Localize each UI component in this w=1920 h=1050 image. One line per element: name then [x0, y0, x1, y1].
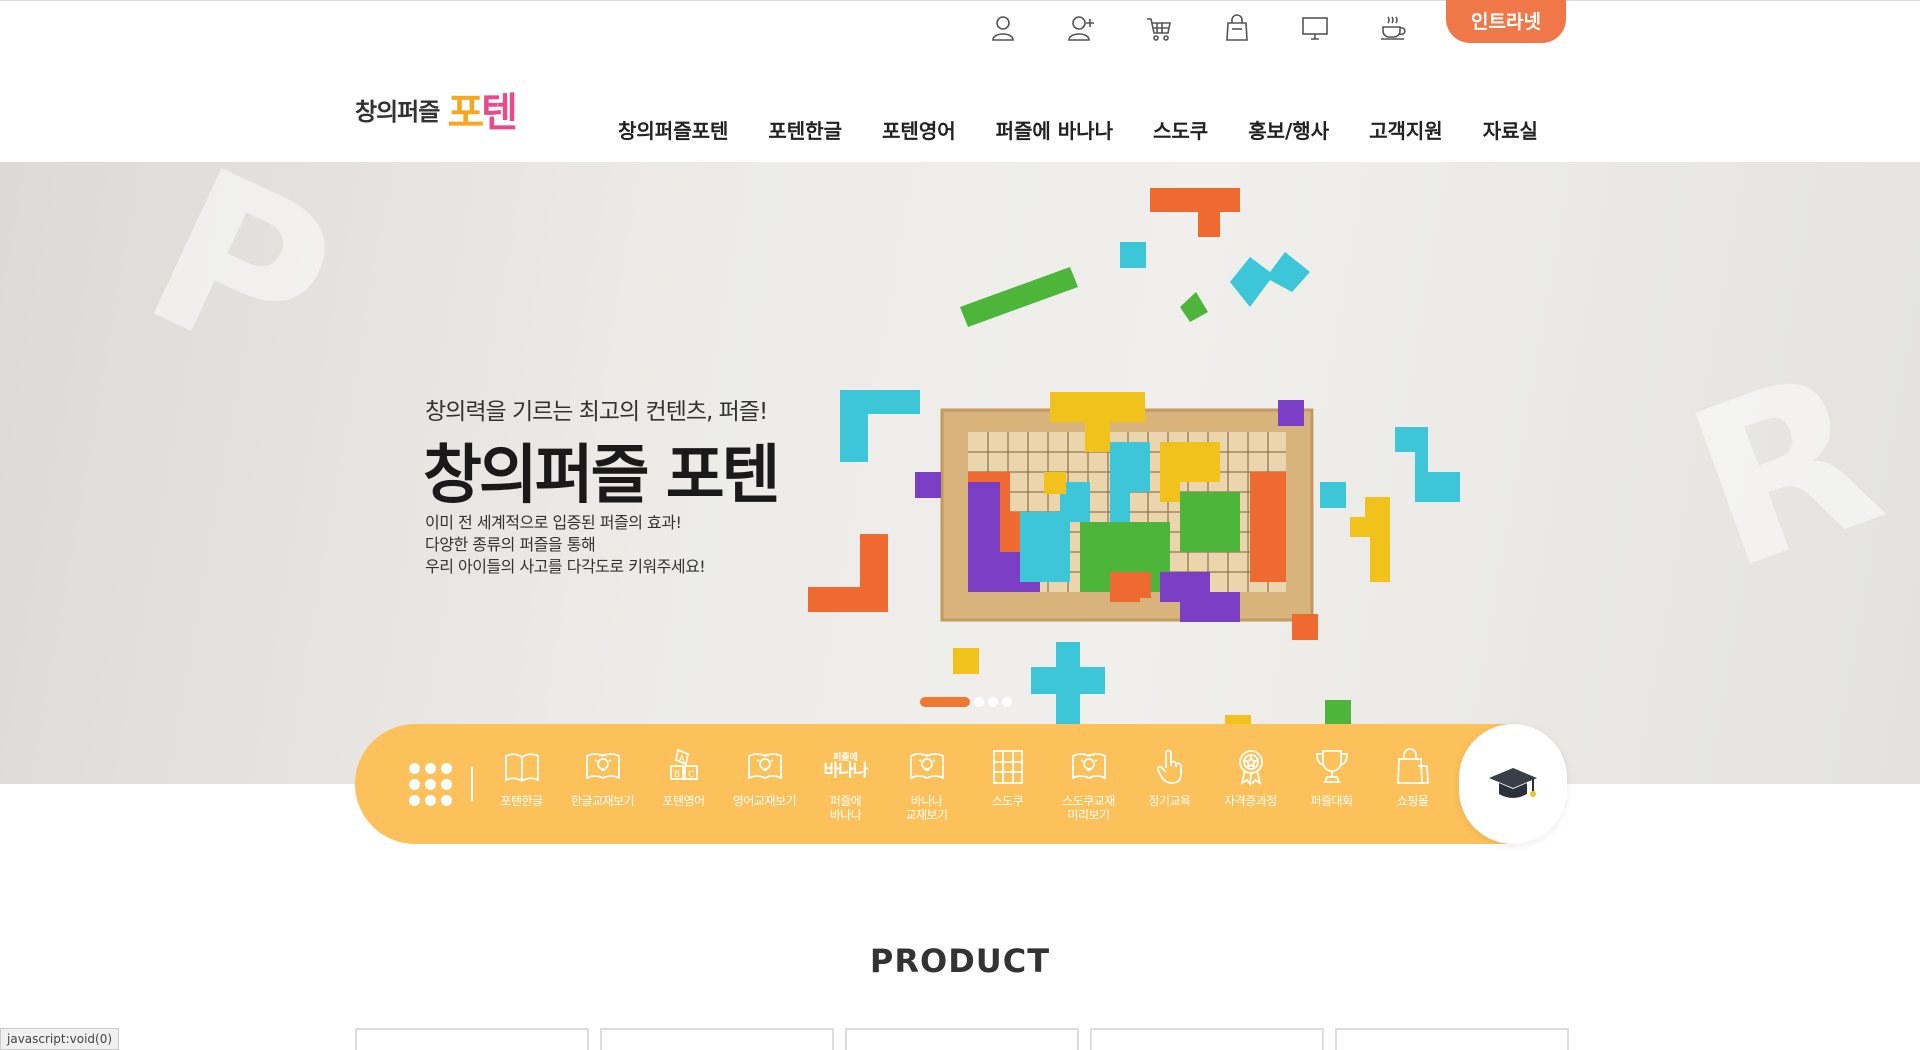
hero-title: 창의퍼즐 포텐 — [423, 439, 781, 513]
intranet-button[interactable]: 인트라넷 — [1446, 0, 1566, 43]
nav-item-banana[interactable]: 퍼즐에 바나나 — [996, 115, 1113, 144]
quick-menu-regular-education[interactable]: 정기교육 — [1129, 746, 1210, 822]
nav-item-events[interactable]: 홍보/행사 — [1248, 115, 1329, 144]
bulb-book-icon — [909, 753, 944, 780]
browser-status-bar: javascript:void(0) — [0, 1028, 120, 1050]
book-icon — [504, 753, 539, 783]
nav-item-sudoku[interactable]: 스도쿠 — [1153, 115, 1208, 144]
hero-desc-line: 다양한 종류의 퍼즐을 통해 — [425, 535, 596, 554]
coffee-cup-icon[interactable] — [1375, 11, 1411, 45]
hero-subtitle: 창의력을 기르는 최고의 컨텐츠, 퍼즐! — [425, 399, 768, 425]
cart-icon[interactable] — [1141, 11, 1177, 45]
nav-item-creative-puzzle[interactable]: 창의퍼즐포텐 — [618, 115, 728, 144]
site-header: 창의퍼즐 포텐 창의퍼즐포텐 포텐한글 포텐영어 퍼즐에 바나나 스도쿠 홍보/… — [0, 60, 1920, 162]
divider — [471, 767, 473, 801]
hand-pointer-icon — [1156, 749, 1182, 784]
product-card[interactable] — [600, 1028, 834, 1050]
slider-dot-active[interactable] — [920, 697, 970, 707]
quick-menu-label: 정기교육 — [1148, 794, 1191, 808]
quick-menu-label: 쇼핑몰 — [1396, 794, 1429, 808]
all-menu-button[interactable] — [385, 724, 475, 844]
nav-item-resources[interactable]: 자료실 — [1483, 115, 1538, 144]
slider-dot[interactable] — [974, 697, 984, 707]
background-letter-decoration: P — [113, 162, 368, 421]
quick-menu-banana-books[interactable]: 바나나 교재보기 — [886, 746, 967, 822]
quick-menu-english[interactable]: BCA 포텐영어 — [643, 746, 724, 822]
quick-menu-label: 스도쿠 — [991, 794, 1024, 808]
product-card[interactable] — [355, 1028, 589, 1050]
svg-text:B: B — [674, 770, 680, 780]
main-nav: 창의퍼즐포텐 포텐한글 포텐영어 퍼즐에 바나나 스도쿠 홍보/행사 고객지원 … — [618, 115, 1538, 144]
user-add-icon[interactable] — [1063, 11, 1099, 45]
quick-menu-label: 퍼즐에 바나나 — [829, 794, 862, 822]
bulb-book-icon — [585, 753, 620, 780]
hero-desc-line: 우리 아이들의 사고를 다각도로 키워주세요! — [425, 557, 706, 576]
tetris-puzzle-illustration — [808, 188, 1460, 742]
hero-description: 이미 전 세계적으로 입증된 퍼즐의 효과! 다양한 종류의 퍼즐을 통해 우리… — [425, 512, 706, 578]
background-letter-decoration: R — [1661, 320, 1909, 620]
product-card-list — [355, 1028, 1569, 1050]
quick-menu-shop[interactable]: 쇼핑몰 — [1372, 746, 1453, 822]
nav-item-korean[interactable]: 포텐한글 — [768, 115, 842, 144]
bulb-book-icon — [747, 753, 782, 780]
site-logo[interactable]: 창의퍼즐 포텐 — [355, 80, 518, 138]
hero-desc-line: 이미 전 세계적으로 입증된 퍼즐의 효과! — [425, 513, 682, 532]
banana-logo-icon: 퍼즐에 바나나 — [823, 753, 869, 781]
trophy-icon — [1315, 750, 1348, 783]
shopping-bag-icon — [1396, 748, 1429, 784]
logo-mark: 포텐 — [447, 90, 518, 136]
product-card[interactable] — [1335, 1028, 1569, 1050]
graduation-cap-icon — [1489, 768, 1537, 798]
sudoku-grid-icon — [992, 750, 1023, 784]
quick-menu-competition[interactable]: 퍼즐대회 — [1291, 746, 1372, 822]
quick-menu-korean-books[interactable]: 한글교재보기 — [562, 746, 643, 822]
slider-dot[interactable] — [1002, 697, 1012, 707]
shopping-bag-icon[interactable] — [1219, 11, 1255, 45]
quick-menu-label: 바나나 교재보기 — [905, 794, 948, 822]
hero-banner: P R 창의력을 기르는 최고의 컨텐츠, 퍼즐! 창의퍼즐 포텐 이미 전 세… — [0, 162, 1920, 784]
quick-menu-korean[interactable]: 포텐한글 — [481, 746, 562, 822]
grid-menu-icon — [408, 762, 452, 806]
quick-menu-label: 한글교재보기 — [570, 794, 635, 808]
quick-menu-label: 자격증과정 — [1224, 794, 1277, 808]
slider-pagination — [920, 697, 1012, 707]
abc-blocks-icon: B CA — [669, 748, 698, 780]
quick-menu-label: 포텐영어 — [662, 794, 705, 808]
graduation-cap-button[interactable] — [1459, 724, 1567, 844]
quick-menu-certification[interactable]: 자격증과정 — [1210, 746, 1291, 822]
quick-menu-sudoku[interactable]: 스도쿠 — [967, 746, 1048, 822]
quick-menu-label: 영어교재보기 — [732, 794, 797, 808]
utility-icons — [985, 11, 1411, 45]
quick-menu-sudoku-books[interactable]: 스도쿠교재 미리보기 — [1048, 746, 1129, 822]
slider-dot[interactable] — [988, 697, 998, 707]
quick-menu-label: 퍼즐대회 — [1310, 794, 1353, 808]
product-card[interactable] — [845, 1028, 1079, 1050]
quick-menu-items: 포텐한글 한글교재보기 BCA 포텐영어 영어교재보기 퍼즐에 바나나 퍼즐에 … — [481, 746, 1453, 822]
quick-menu-banana[interactable]: 퍼즐에 바나나 퍼즐에 바나나 — [805, 746, 886, 823]
user-icon[interactable] — [985, 11, 1021, 45]
utility-bar: 인트라넷 — [0, 0, 1920, 60]
nav-item-support[interactable]: 고객지원 — [1369, 115, 1443, 144]
quick-menu-english-books[interactable]: 영어교재보기 — [724, 746, 805, 822]
monitor-icon[interactable] — [1297, 11, 1333, 45]
svg-text:A: A — [679, 754, 685, 763]
quick-menu-label: 스도쿠교재 미리보기 — [1062, 794, 1115, 822]
quick-menu-label: 포텐한글 — [500, 794, 543, 808]
medal-icon — [1238, 750, 1263, 787]
logo-text: 창의퍼즐 — [355, 97, 440, 126]
bulb-book-icon — [1071, 753, 1106, 780]
product-card[interactable] — [1090, 1028, 1324, 1050]
product-section-title: PRODUCT — [869, 942, 1051, 980]
nav-item-english[interactable]: 포텐영어 — [882, 115, 956, 144]
svg-text:C: C — [688, 770, 694, 780]
quick-menu-bar: 포텐한글 한글교재보기 BCA 포텐영어 영어교재보기 퍼즐에 바나나 퍼즐에 … — [355, 724, 1567, 844]
